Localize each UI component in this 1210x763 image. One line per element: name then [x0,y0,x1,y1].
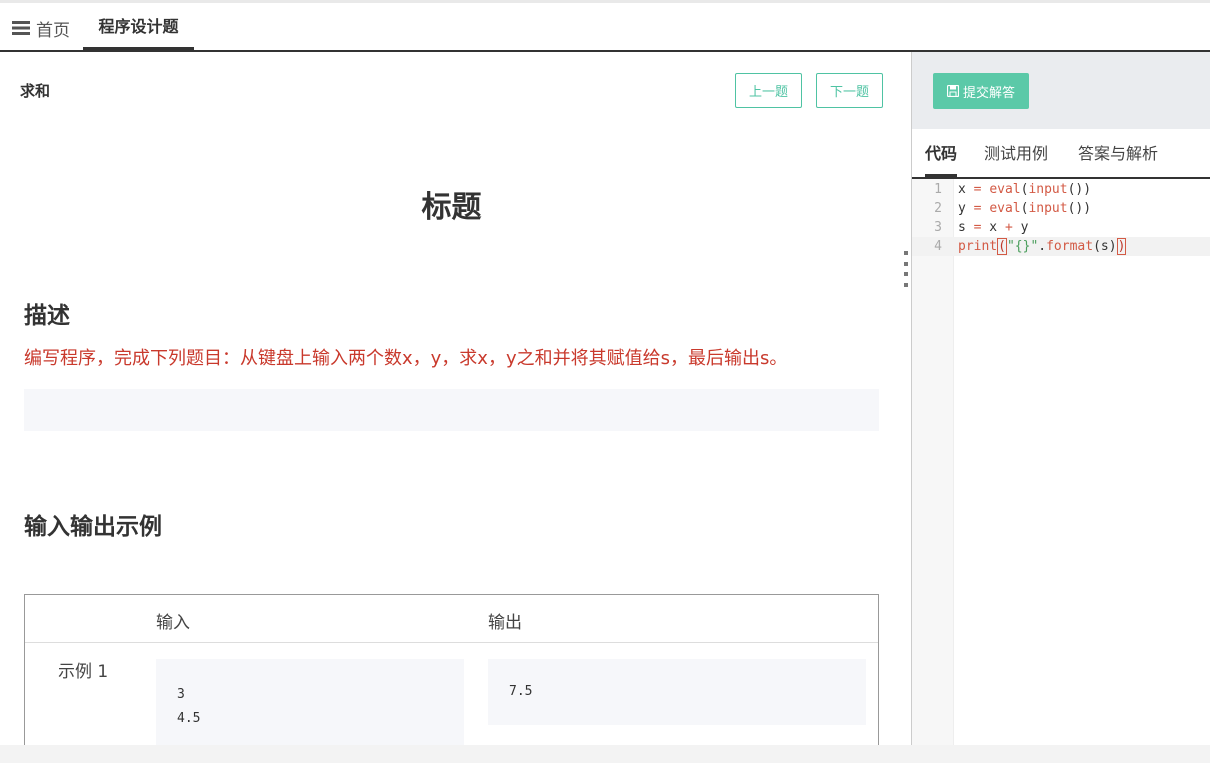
description-text: 编写程序，完成下列题目：从键盘上输入两个数x，y，求x，y之和并将其赋值给s，最… [24,348,788,369]
io-table-header: 输入 输出 [25,595,878,643]
example-input: 3 4.5 [156,659,464,745]
tab-answer-analysis[interactable]: 答案与解析 [1078,140,1158,164]
line-number: 4 [934,239,942,254]
line-number-gutter [912,179,954,745]
problem-panel: 求和 上一题 下一题 标题 描述 编写程序，完成下列题目：从键盘上输入两个数x，… [0,52,911,745]
output-column-header: 输出 [488,613,522,633]
io-example-heading: 输入输出示例 [24,514,162,540]
description-box [24,389,879,431]
code-text: y = eval(input()) [958,201,1092,216]
code-text: print("{}".format(s)) [958,238,1127,255]
example-input-line: 3 [177,687,185,702]
line-number: 1 [934,182,942,197]
grip-dot [904,261,908,266]
code-line[interactable]: 3 s = x + y [912,218,1210,237]
code-text: x = eval(input()) [958,182,1092,197]
save-icon [946,85,959,97]
editor-panel: 提交解答 代码 测试用例 答案与解析 1 x = eval(input()) 2… [911,52,1210,745]
tab-code[interactable]: 代码 [925,140,958,177]
editor-toolbar: 提交解答 [912,52,1210,129]
next-question-button[interactable]: 下一题 [816,73,883,108]
code-line[interactable]: 2 y = eval(input()) [912,199,1210,218]
tab-test-cases[interactable]: 测试用例 [984,140,1048,164]
example-output: 7.5 [488,659,866,725]
menu-icon [12,21,30,35]
submit-answer-button[interactable]: 提交解答 [933,73,1029,109]
page-title: 标题 [421,190,482,225]
description-heading: 描述 [24,303,70,329]
previous-question-button[interactable]: 上一题 [735,73,802,108]
input-column-header: 输入 [156,613,190,633]
editor-tabs: 代码 测试用例 答案与解析 [912,129,1210,179]
tab-programming-problem[interactable]: 程序设计题 [83,3,194,50]
top-tab-bar: 首页 程序设计题 [0,0,1210,52]
code-line[interactable]: 1 x = eval(input()) [912,180,1210,199]
example-input-line: 4.5 [177,711,201,726]
code-editor[interactable]: 1 x = eval(input()) 2 y = eval(input()) … [912,179,1210,745]
problem-name: 求和 [20,82,51,100]
io-example-table: 输入 输出 示例 1 3 4.5 7.5 [24,594,879,745]
code-text: s = x + y [958,220,1029,235]
example-label: 示例 1 [58,662,109,682]
line-number: 2 [934,201,942,216]
panel-resize-handle[interactable] [903,251,909,287]
example-output-line: 7.5 [509,684,533,699]
grip-dot [904,272,908,277]
tab-home[interactable]: 首页 [12,14,70,42]
tab-home-label: 首页 [36,20,70,41]
grip-dot [904,251,908,255]
grip-dot [904,282,908,287]
submit-answer-label: 提交解答 [962,85,1015,101]
horizontal-scrollbar[interactable] [0,745,1210,763]
code-line-current[interactable]: 4 print("{}".format(s)) [912,237,1210,256]
line-number: 3 [934,220,942,235]
